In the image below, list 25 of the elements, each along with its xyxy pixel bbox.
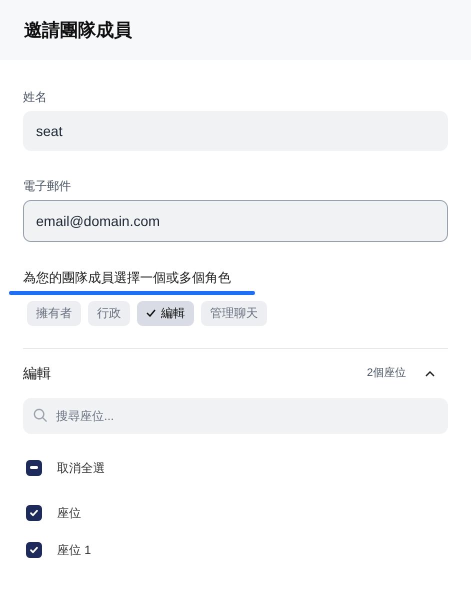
seat-count: 2個座位 <box>366 366 406 382</box>
search-field[interactable]: 搜尋座位... <box>23 398 448 434</box>
minus-icon <box>30 466 38 469</box>
check-icon <box>29 544 39 554</box>
section-title: 編輯 <box>23 364 51 383</box>
search-icon <box>33 408 48 423</box>
field-label: 電子郵件 <box>23 178 72 195</box>
checkbox-label: 座位 <box>57 504 81 522</box>
roles-prompt: 為您的團隊成員選擇一個或多個角色 <box>23 269 231 287</box>
select-all-checkbox[interactable] <box>26 460 42 476</box>
check-icon <box>29 508 39 518</box>
name-field[interactable]: seat <box>23 111 448 151</box>
role-chip[interactable]: 編輯 <box>137 300 194 326</box>
seat-checkbox[interactable] <box>26 542 42 558</box>
checkbox-label: 取消全選 <box>57 460 105 476</box>
dialog-title: 邀請團隊成員 <box>24 18 132 42</box>
check-icon <box>146 309 156 317</box>
role-chip[interactable]: 行政 <box>88 300 130 326</box>
field-label: 姓名 <box>23 89 48 106</box>
chevron-icon <box>425 370 435 376</box>
email-field[interactable]: email@domain.com <box>23 200 448 242</box>
checkbox-label: 座位 1 <box>57 542 92 558</box>
seat-checkbox[interactable] <box>26 504 42 520</box>
role-chip[interactable]: 管理聊天 <box>201 300 267 326</box>
role-chip[interactable]: 擁有者 <box>27 300 81 326</box>
